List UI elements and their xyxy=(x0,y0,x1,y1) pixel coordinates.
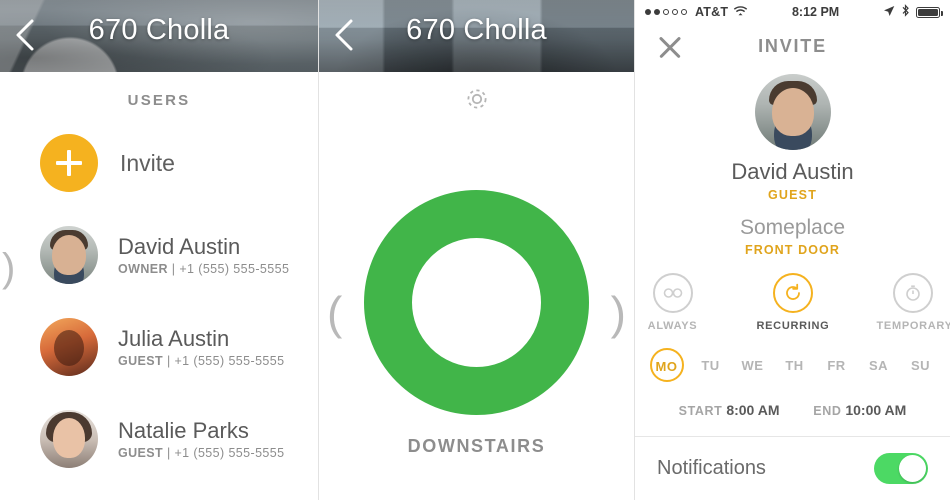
day-su[interactable]: SU xyxy=(906,358,936,373)
mid-photo-header: 670 Cholla xyxy=(319,0,634,72)
invite-header: INVITE xyxy=(635,24,950,70)
lock-status-ring[interactable] xyxy=(364,190,589,415)
start-time[interactable]: 8:00 AM xyxy=(726,402,779,418)
end-label: END xyxy=(813,404,842,418)
signal-strength-icon xyxy=(645,9,687,15)
schedule-row: START 8:00 AM END 10:00 AM xyxy=(635,402,950,418)
bluetooth-icon xyxy=(901,4,910,20)
wifi-icon xyxy=(733,5,748,20)
mode-label: RECURRING xyxy=(756,320,830,332)
status-time: 8:12 PM xyxy=(791,5,840,19)
user-text: Natalie Parks GUEST | +1 (555) 555-5555 xyxy=(118,418,284,460)
refresh-icon xyxy=(772,273,813,313)
day-sa[interactable]: SA xyxy=(864,358,894,373)
user-meta: OWNER | +1 (555) 555-5555 xyxy=(118,262,289,276)
avatar[interactable] xyxy=(754,74,831,150)
place-name: Someplace xyxy=(739,216,846,239)
user-name: Julia Austin xyxy=(118,325,230,351)
user-meta: GUEST | +1 (555) 555-5555 xyxy=(118,446,284,460)
gear-icon[interactable] xyxy=(463,85,491,118)
plus-icon xyxy=(40,134,98,192)
lock-status-ring-wrap xyxy=(319,190,634,415)
mode-always[interactable]: ALWAYS xyxy=(637,273,709,332)
start-label: START xyxy=(678,404,723,418)
left-header-title: 670 Cholla xyxy=(88,14,230,46)
user-meta: GUEST | +1 (555) 555-5555 xyxy=(118,354,284,368)
users-section-title: USERS xyxy=(127,92,191,109)
user-name: Natalie Parks xyxy=(118,417,249,443)
infinity-icon xyxy=(652,273,693,313)
mode-label: ALWAYS xyxy=(647,320,698,332)
list-item[interactable]: David Austin OWNER | +1 (555) 555-5555 xyxy=(0,209,318,301)
mode-temporary[interactable]: TEMPORARY xyxy=(876,273,950,332)
lock-panel: 670 Cholla ( ) DOWNSTAIRS xyxy=(319,0,635,500)
mode-recurring[interactable]: RECURRING xyxy=(757,273,829,332)
users-panel: 670 Cholla USERS ) Invite David Austin O… xyxy=(0,0,319,500)
list-item[interactable]: Julia Austin GUEST | +1 (555) 555-5555 xyxy=(0,301,318,393)
status-badge: GUEST xyxy=(767,188,818,202)
left-edge-paren: ) xyxy=(2,246,16,290)
status-right xyxy=(883,4,943,20)
battery-full-icon xyxy=(916,6,943,18)
notifications-toggle[interactable] xyxy=(874,453,928,484)
stopwatch-icon xyxy=(892,273,933,313)
day-tu[interactable]: TU xyxy=(696,358,726,373)
mode-label: TEMPORARY xyxy=(876,320,950,332)
user-role: GUEST xyxy=(118,354,164,369)
access-mode-selector: ALWAYS RECURRING TEMPORARY xyxy=(635,273,950,332)
end-time[interactable]: 10:00 AM xyxy=(845,402,906,418)
user-name: David Austin xyxy=(118,233,241,259)
meta-separator: | xyxy=(171,262,176,277)
user-phone: +1 (555) 555-5555 xyxy=(179,262,290,277)
day-th[interactable]: TH xyxy=(780,358,810,373)
notifications-row: Notifications xyxy=(635,436,950,484)
invitee-profile: David Austin GUEST xyxy=(635,74,950,202)
left-photo-header: 670 Cholla xyxy=(0,0,318,72)
user-role: GUEST xyxy=(118,446,164,461)
location-arrow-icon xyxy=(883,5,895,20)
meta-separator: | xyxy=(166,446,171,461)
day-we[interactable]: WE xyxy=(738,358,768,373)
mid-header-title: 670 Cholla xyxy=(406,14,547,46)
invite-panel: AT&T 8:12 PM INVITE David Austin GUEST S… xyxy=(635,0,950,500)
avatar xyxy=(40,226,98,284)
user-phone: +1 (555) 555-5555 xyxy=(174,446,285,461)
carrier-label: AT&T xyxy=(695,5,729,19)
status-left: AT&T xyxy=(645,5,748,20)
invite-label: Invite xyxy=(120,149,175,176)
toggle-knob xyxy=(899,455,926,482)
user-phone: +1 (555) 555-5555 xyxy=(174,354,285,369)
user-text: Julia Austin GUEST | +1 (555) 555-5555 xyxy=(118,326,284,368)
notifications-label: Notifications xyxy=(657,457,766,479)
room-label: DOWNSTAIRS xyxy=(407,436,546,456)
day-mo[interactable]: MO xyxy=(649,348,684,382)
user-role: OWNER xyxy=(118,262,168,277)
close-icon[interactable] xyxy=(657,34,683,60)
status-bar: AT&T 8:12 PM xyxy=(635,0,950,24)
user-list: Invite David Austin OWNER | +1 (555) 555… xyxy=(0,117,318,485)
day-fr[interactable]: FR xyxy=(822,358,852,373)
place-door: FRONT DOOR xyxy=(744,243,841,257)
invitee-name: David Austin xyxy=(731,159,854,184)
weekday-selector: MO TU WE TH FR SA SU xyxy=(635,348,950,382)
app-root: 670 Cholla USERS ) Invite David Austin O… xyxy=(0,0,950,500)
avatar xyxy=(40,318,98,376)
list-item[interactable]: Natalie Parks GUEST | +1 (555) 555-5555 xyxy=(0,393,318,485)
meta-separator: | xyxy=(166,354,171,369)
invite-row[interactable]: Invite xyxy=(0,117,318,209)
user-text: David Austin OWNER | +1 (555) 555-5555 xyxy=(118,234,289,276)
avatar xyxy=(40,410,98,468)
place-info[interactable]: Someplace FRONT DOOR xyxy=(635,216,950,257)
